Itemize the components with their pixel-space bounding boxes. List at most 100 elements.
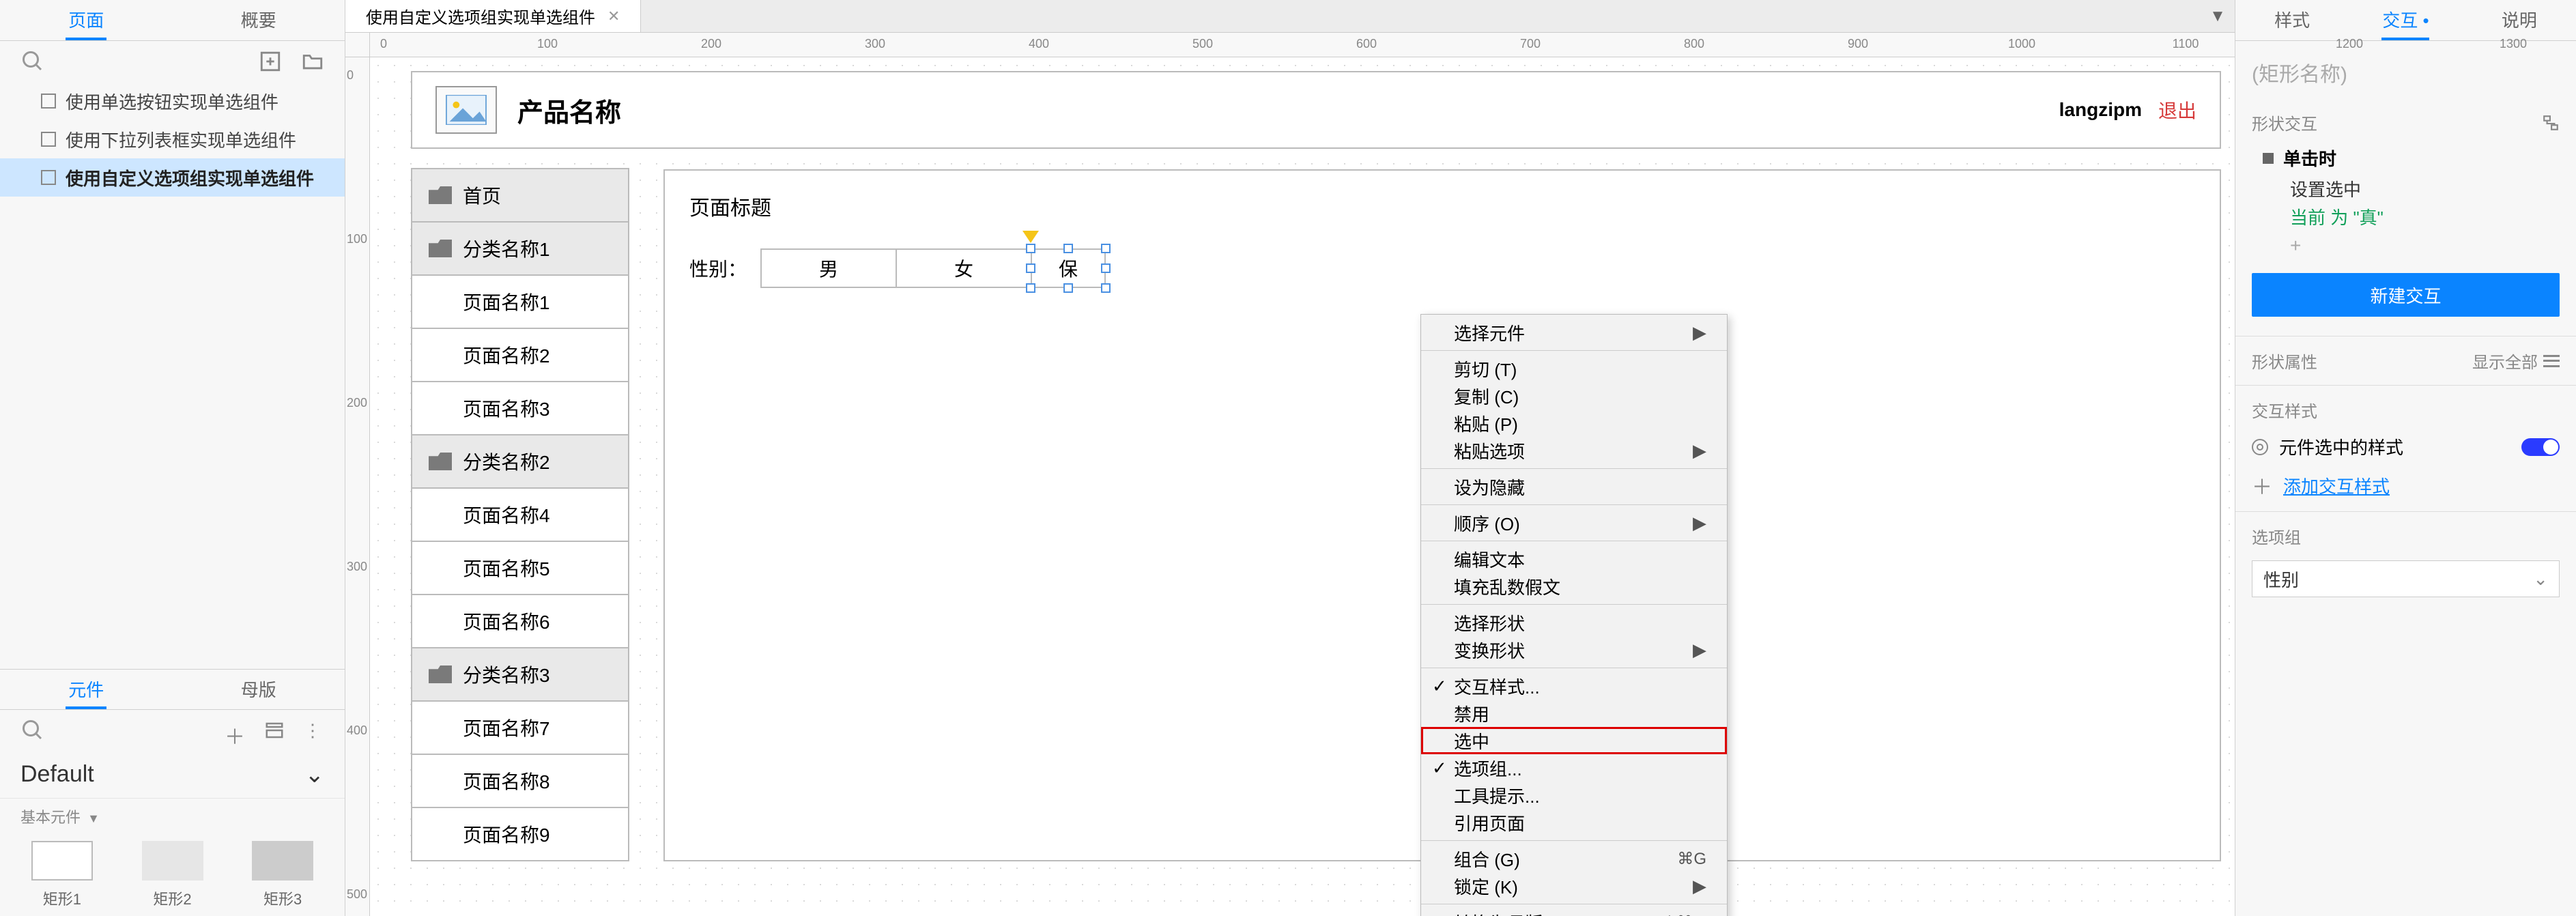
event-onclick[interactable]: 单击时 — [2283, 145, 2336, 171]
radio-option-secret[interactable]: 保 — [1031, 248, 1106, 288]
ctx-selected[interactable]: 选中 — [1421, 727, 1727, 754]
ctx-order[interactable]: 顺序 (O)▶ — [1421, 509, 1727, 536]
add-page-icon[interactable] — [259, 50, 282, 73]
ctx-edit-text[interactable]: 编辑文本 — [1421, 545, 1727, 573]
ctx-interaction-styles[interactable]: 交互样式... — [1421, 672, 1727, 700]
folder-icon — [429, 186, 452, 204]
close-icon[interactable]: ✕ — [607, 8, 620, 25]
canvas[interactable]: 产品名称 langzipm 退出 首页 分类名称1 页面名称1 页面名称2 页面… — [370, 57, 2235, 916]
add-action[interactable]: + — [2235, 231, 2576, 268]
header-frame[interactable]: 产品名称 langzipm 退出 — [411, 71, 2221, 149]
widget-rect3[interactable]: 矩形3 — [248, 841, 317, 909]
resize-handle[interactable] — [1101, 283, 1111, 293]
nav-item[interactable]: 页面名称3 — [411, 381, 629, 435]
modified-dot-icon: • — [2418, 10, 2429, 31]
file-tab[interactable]: 使用自定义选项组实现单选组件 ✕ — [345, 0, 641, 32]
nav-item-cat3[interactable]: 分类名称3 — [411, 647, 629, 702]
ctx-selection-group[interactable]: 选项组... — [1421, 754, 1727, 782]
nav-item[interactable]: 页面名称4 — [411, 487, 629, 542]
nav-item[interactable]: 页面名称1 — [411, 274, 629, 329]
page-item[interactable]: 使用自定义选项组实现单选组件 — [0, 158, 345, 197]
radio-option-male[interactable]: 男 — [760, 248, 897, 288]
submenu-arrow-icon: ▶ — [1693, 513, 1706, 534]
tab-interactions[interactable]: 交互 • — [2349, 0, 2462, 40]
tab-widgets[interactable]: 元件 — [0, 670, 173, 709]
toggle-selected-style[interactable] — [2521, 438, 2560, 456]
widget-category[interactable]: 基本元件 ▼ — [0, 799, 345, 834]
add-icon[interactable]: ＋ — [225, 720, 245, 741]
add-interaction-style[interactable]: 添加交互样式 — [2283, 473, 2390, 498]
resize-handle[interactable] — [1101, 263, 1111, 273]
tab-pages[interactable]: 页面 — [0, 0, 173, 40]
ctx-paste-options[interactable]: 粘贴选项▶ — [1421, 437, 1727, 464]
nav-item[interactable]: 页面名称6 — [411, 594, 629, 648]
product-name[interactable]: 产品名称 — [517, 91, 621, 129]
resize-handle[interactable] — [1063, 283, 1073, 293]
resize-handle[interactable] — [1026, 244, 1035, 253]
ctx-cut[interactable]: 剪切 (T) — [1421, 355, 1727, 382]
logout-link[interactable]: 退出 — [2158, 96, 2196, 124]
username[interactable]: langzipm — [2059, 99, 2142, 121]
tab-dropdown[interactable]: ▼ — [2201, 0, 2235, 32]
ctx-lock[interactable]: 锁定 (K)▶ — [1421, 872, 1727, 900]
ctx-tooltip[interactable]: 工具提示... — [1421, 782, 1727, 809]
page-item[interactable]: 使用单选按钮实现单选组件 — [0, 82, 345, 120]
nav-item[interactable]: 页面名称7 — [411, 700, 629, 755]
page-icon — [41, 170, 56, 185]
resize-handle[interactable] — [1026, 263, 1035, 273]
widget-rect2[interactable]: 矩形2 — [138, 841, 207, 909]
ctx-group[interactable]: 组合 (G)⌘G — [1421, 845, 1727, 872]
tab-notes[interactable]: 说明 — [2463, 0, 2576, 40]
widget-rect1[interactable]: 矩形1 — [27, 841, 97, 909]
caret-down-icon: ▼ — [87, 812, 100, 825]
ctx-transform-shape[interactable]: 变换形状▶ — [1421, 636, 1727, 663]
action-set-selected[interactable]: 设置选中 — [2235, 175, 2576, 203]
folder-icon — [429, 453, 452, 470]
note-marker-icon — [1022, 231, 1039, 243]
nav-item-cat1[interactable]: 分类名称1 — [411, 221, 629, 276]
section-shape-props: 形状属性 — [2252, 349, 2317, 373]
submenu-arrow-icon: ▶ — [1693, 322, 1706, 343]
tab-masters[interactable]: 母版 — [173, 670, 345, 709]
ctx-convert-master[interactable]: 转换为母版 (M)⇧⌘M — [1421, 908, 1727, 916]
list-icon — [2543, 355, 2560, 367]
target-icon — [2252, 439, 2268, 455]
page-item[interactable]: 使用下拉列表框实现单选组件 — [0, 120, 345, 158]
nav-item[interactable]: 页面名称5 — [411, 541, 629, 595]
selected-style-label[interactable]: 元件选中的样式 — [2279, 434, 2403, 459]
plus-icon: ＋ — [2252, 470, 2272, 500]
show-all-toggle[interactable]: 显示全部 — [2472, 349, 2560, 373]
page-title[interactable]: 页面标题 — [689, 191, 2195, 221]
radio-option-female[interactable]: 女 — [896, 248, 1032, 288]
ctx-select-shape[interactable]: 选择形状 — [1421, 609, 1727, 636]
collapse-icon[interactable] — [2263, 153, 2274, 164]
ctx-paste[interactable]: 粘贴 (P) — [1421, 410, 1727, 437]
ctx-copy[interactable]: 复制 (C) — [1421, 382, 1727, 410]
selection-group-dropdown[interactable]: 性别 ⌄ — [2252, 560, 2560, 597]
nav-item[interactable]: 页面名称9 — [411, 807, 629, 861]
ctx-select-widget[interactable]: 选择元件▶ — [1421, 319, 1727, 346]
tab-style[interactable]: 样式 — [2235, 0, 2349, 40]
ctx-reference-page[interactable]: 引用页面 — [1421, 809, 1727, 836]
more-icon[interactable]: ⋮ — [304, 720, 324, 741]
library-icon[interactable] — [264, 720, 285, 741]
nav-item[interactable]: 页面名称8 — [411, 754, 629, 808]
resize-handle[interactable] — [1101, 244, 1111, 253]
ctx-disable[interactable]: 禁用 — [1421, 700, 1727, 727]
nav-item-home[interactable]: 首页 — [411, 168, 629, 223]
ctx-set-hidden[interactable]: 设为隐藏 — [1421, 473, 1727, 500]
resize-handle[interactable] — [1026, 283, 1035, 293]
library-dropdown[interactable]: Default ⌄ — [0, 751, 345, 799]
nav-item[interactable]: 页面名称2 — [411, 328, 629, 382]
search-icon[interactable] — [20, 718, 45, 743]
ctx-lorem[interactable]: 填充乱数假文 — [1421, 573, 1727, 600]
flow-icon[interactable] — [2542, 114, 2560, 132]
search-icon[interactable] — [20, 49, 45, 74]
logo-placeholder[interactable] — [435, 86, 497, 134]
tab-summary[interactable]: 概要 — [173, 0, 345, 40]
action-target[interactable]: 当前 为 "真" — [2235, 203, 2576, 231]
resize-handle[interactable] — [1063, 244, 1073, 253]
new-interaction-button[interactable]: 新建交互 — [2252, 273, 2560, 317]
add-folder-icon[interactable] — [301, 50, 324, 73]
nav-item-cat2[interactable]: 分类名称2 — [411, 434, 629, 489]
